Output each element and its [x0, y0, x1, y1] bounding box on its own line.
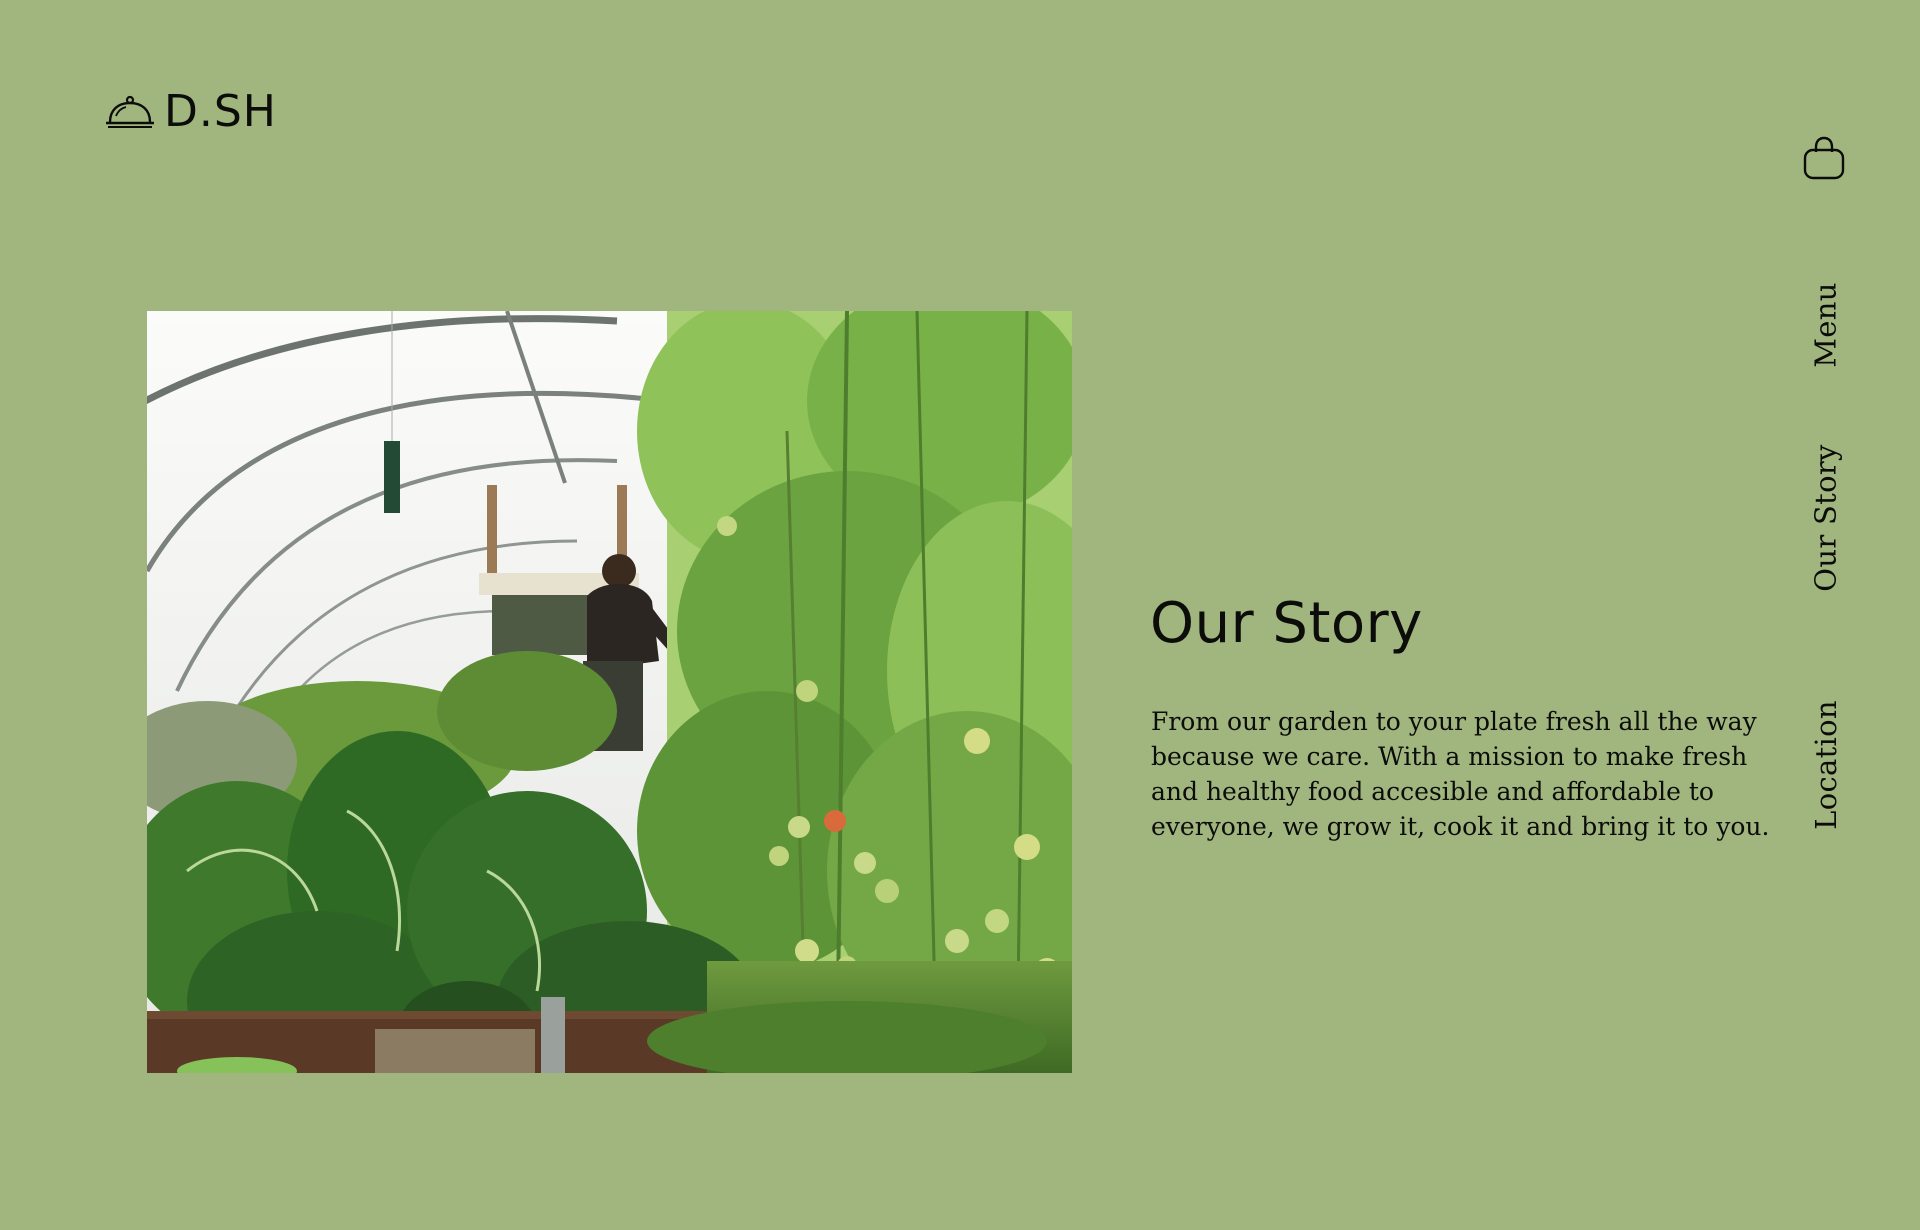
- nav-item-our-story[interactable]: Our Story: [1806, 444, 1846, 591]
- nav-item-label: Our Story: [1809, 444, 1843, 592]
- shopping-bag-icon: [1802, 135, 1846, 181]
- cart-button[interactable]: [1802, 135, 1846, 181]
- nav-item-label: Location: [1809, 700, 1843, 830]
- brand-logo[interactable]: D.SH: [104, 84, 277, 140]
- section-body: From our garden to your plate fresh all …: [1151, 707, 1770, 841]
- brand-name: D.SH: [164, 86, 277, 137]
- greenhouse-photo: [147, 311, 1072, 1073]
- nav-item-location[interactable]: Location: [1806, 700, 1846, 830]
- nav-item-menu[interactable]: Menu: [1806, 280, 1846, 370]
- cloche-icon: [104, 92, 156, 132]
- nav-item-label: Menu: [1809, 282, 1844, 368]
- section-title: Our Story: [1150, 591, 1423, 656]
